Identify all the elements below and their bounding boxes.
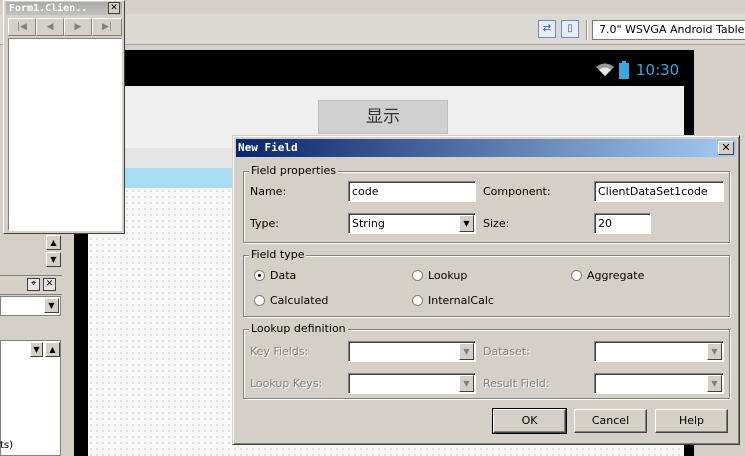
key-fields-label: Key Fields: [250, 345, 309, 358]
group-legend: Field properties [249, 164, 339, 177]
radio-label: Lookup [428, 269, 468, 282]
form1-titlebar[interactable]: Form1.Clien.. ✕ [6, 2, 122, 15]
component-label: Component: [483, 185, 551, 198]
type-value: String [352, 217, 385, 230]
pane-combo[interactable]: ▼ [0, 296, 61, 316]
radio-icon [571, 270, 582, 281]
close-icon[interactable]: ✕ [108, 2, 120, 14]
prior-record-button[interactable]: ◀ [36, 18, 64, 36]
radio-icon [254, 295, 265, 306]
cancel-button[interactable]: Cancel [574, 409, 647, 433]
toolbar-separator [586, 20, 588, 40]
link-icon[interactable]: ⇄ [538, 20, 556, 38]
chevron-down-icon[interactable]: ▼ [44, 298, 59, 313]
first-record-button[interactable]: |◀ [8, 18, 36, 36]
battery-icon [619, 61, 629, 79]
pane-list[interactable]: ▼ ▲ [0, 340, 61, 456]
last-record-button[interactable]: ▶| [92, 18, 122, 36]
field-type-group: Field type Data Lookup Aggregate Calcula… [243, 248, 730, 317]
form1-list[interactable] [8, 38, 122, 231]
form1-title: Form1.Clien.. [9, 3, 88, 14]
chevron-down-icon[interactable]: ▼ [707, 375, 722, 392]
group-legend: Field type [249, 248, 307, 261]
chevron-down-icon[interactable]: ▼ [30, 342, 43, 357]
db-navigator: |◀ ◀ ▶ ▶| [8, 18, 122, 36]
android-status-bar [74, 58, 684, 84]
close-icon[interactable]: ✕ [718, 141, 734, 155]
radio-icon [412, 270, 423, 281]
device-select[interactable]: 7.0" WSVGA Android Tablet ( [592, 20, 745, 40]
radio-aggregate[interactable]: Aggregate [571, 269, 644, 282]
pin-icon[interactable]: ⌖ [27, 278, 40, 291]
lookup-definition-group: Lookup definition Key Fields: ▼ Dataset:… [243, 322, 730, 399]
display-button[interactable]: 显示 [318, 100, 448, 134]
dataset-select[interactable]: ▼ [594, 341, 724, 362]
component-input[interactable]: ClientDataSet1code [594, 181, 724, 202]
form1-window: Form1.Clien.. ✕ |◀ ◀ ▶ ▶| [3, 0, 125, 234]
size-label: Size: [483, 217, 510, 230]
chevron-down-icon[interactable]: ▼ [707, 343, 722, 360]
chevron-down-icon[interactable]: ▼ [459, 343, 474, 360]
ok-button[interactable]: OK [492, 408, 567, 434]
pane-header: ⌖ ✕ [0, 275, 62, 295]
wifi-icon [596, 63, 614, 76]
radio-label: Aggregate [587, 269, 645, 282]
radio-label: Data [270, 269, 297, 282]
chevron-down-icon[interactable]: ▼ [459, 215, 474, 232]
name-label: Name: [250, 185, 287, 198]
result-field-select[interactable]: ▼ [594, 373, 724, 394]
lookup-keys-label: Lookup Keys: [250, 377, 323, 390]
dataset-label: Dataset: [483, 345, 530, 358]
result-field-label: Result Field: [483, 377, 550, 390]
dialog-title: New Field [238, 141, 298, 154]
type-label: Type: [250, 217, 279, 230]
radio-label: InternalCalc [428, 294, 494, 307]
radio-calculated[interactable]: Calculated [254, 294, 328, 307]
key-fields-select[interactable]: ▼ [348, 341, 476, 362]
field-properties-group: Field properties Name: code Component: C… [243, 164, 730, 243]
chevron-down-icon[interactable]: ▼ [459, 375, 474, 392]
radio-lookup[interactable]: Lookup [412, 269, 467, 282]
type-select[interactable]: String ▼ [348, 213, 476, 234]
lookup-keys-select[interactable]: ▼ [348, 373, 476, 394]
radio-internalcalc[interactable]: InternalCalc [412, 294, 494, 307]
new-field-dialog: New Field ✕ Field properties Name: code … [232, 135, 740, 445]
dialog-titlebar[interactable]: New Field ✕ [236, 139, 736, 157]
size-input[interactable]: 20 [594, 213, 651, 234]
scroll-down-arrow[interactable]: ▼ [46, 252, 61, 267]
radio-icon [412, 295, 423, 306]
next-record-button[interactable]: ▶ [64, 18, 92, 36]
radio-label: Calculated [270, 294, 329, 307]
help-button[interactable]: Help [655, 409, 728, 433]
device-icon[interactable]: ▯ [561, 20, 579, 38]
scroll-up-arrow[interactable]: ▲ [46, 235, 61, 250]
radio-data[interactable]: Data [254, 269, 296, 282]
name-input[interactable]: code [348, 181, 476, 202]
radio-checked-icon [254, 270, 265, 281]
pane-text: ts) [0, 440, 14, 451]
status-clock: 10:30 [636, 61, 680, 79]
group-legend: Lookup definition [249, 322, 348, 335]
scroll-up-arrow[interactable]: ▲ [45, 342, 60, 357]
close-icon[interactable]: ✕ [43, 278, 56, 291]
